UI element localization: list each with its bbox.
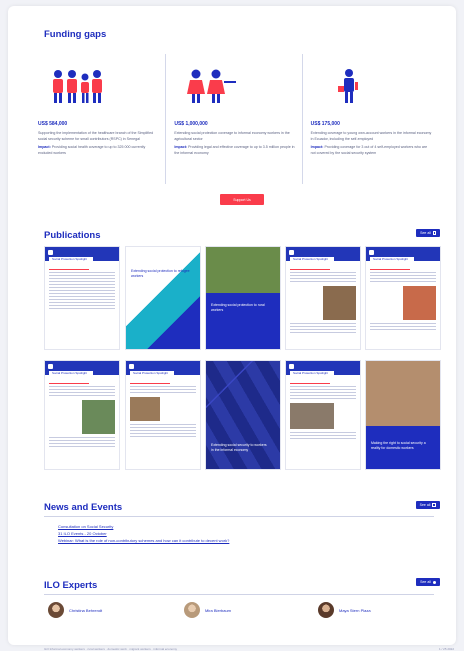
expert-name: Mira Bierbaum <box>205 607 232 613</box>
cover-label: Social Protection Spotlight <box>370 257 415 262</box>
family-icon <box>53 70 102 103</box>
impact-text: Providing coverage for 3 out of 4 self-e… <box>310 145 428 155</box>
impact-label: Impact: <box>310 145 324 150</box>
publication-cover[interactable]: Social Protection Spotlight <box>44 360 120 470</box>
avatar <box>318 602 334 618</box>
cover-label: Making the right to social security a re… <box>371 441 426 450</box>
cover-label: Extending social protection to refugee w… <box>131 269 190 278</box>
worker-icon <box>337 69 358 103</box>
funding-gap-item: US$ 175,000 Extending coverage to young … <box>301 54 438 184</box>
group-icon <box>187 69 237 103</box>
funding-gap-description: Supporting the implementation of the hea… <box>38 131 154 141</box>
expert-card[interactable]: Christina Behrendt <box>48 602 102 618</box>
cover-label: Social Protection Spotlight <box>290 371 335 376</box>
publications-title: Publications <box>44 230 101 241</box>
publications-see-all-button[interactable]: See all <box>416 229 440 237</box>
avatar <box>48 602 64 618</box>
cover-label: Social Protection Spotlight <box>49 257 94 262</box>
avatar <box>184 602 200 618</box>
news-title: News and Events <box>44 502 123 513</box>
publication-cover[interactable]: Extending social security to workers in … <box>205 360 281 470</box>
funding-gap-description: Extending coverage to young own-account … <box>310 131 432 141</box>
funding-gaps-title: Funding gaps <box>44 29 107 40</box>
person-icon <box>432 580 436 584</box>
publication-cover[interactable]: Social Protection Spotlight <box>285 246 361 350</box>
publication-cover[interactable]: Social Protection Spotlight <box>365 246 441 350</box>
funding-gap-amount: US$ 584,000 <box>38 121 68 127</box>
news-link[interactable]: Consultation on Social Security <box>58 524 113 529</box>
publication-cover[interactable]: Extending social protection to rural wor… <box>205 246 281 350</box>
publication-cover[interactable]: Social Protection Spotlight <box>125 360 201 470</box>
document-icon <box>432 231 436 235</box>
funding-gap-impact: Impact: Providing coverage for 3 out of … <box>311 145 432 156</box>
funding-gap-impact: Impact: Providing legal and effective co… <box>174 145 295 156</box>
publication-cover[interactable]: Social Protection Spotlight <box>44 246 120 350</box>
news-link[interactable]: 31 ILO Events - 20 October <box>58 531 107 536</box>
see-all-label: See all <box>420 231 431 235</box>
expert-card[interactable]: Mira Bierbaum <box>184 602 231 618</box>
page-canvas: Funding gaps US$ 584,000 Supporting the … <box>8 6 456 651</box>
funding-gap-impact: Impact: Providing social health coverage… <box>38 145 159 156</box>
cover-label: Social Protection Spotlight <box>49 371 94 376</box>
publication-cover[interactable]: Making the right to social security a re… <box>365 360 441 470</box>
experts-divider <box>44 594 434 595</box>
expert-name: Christina Behrendt <box>69 607 103 613</box>
cover-label: Extending social security to workers in … <box>211 443 267 452</box>
news-see-all-button[interactable]: See all <box>416 501 440 509</box>
news-divider <box>44 516 434 517</box>
funding-gap-description: Extending social protection coverage to … <box>174 131 290 141</box>
cover-label: Social Protection Spotlight <box>130 371 175 376</box>
funding-gap-item: US$ 584,000 Supporting the implementatio… <box>38 54 165 184</box>
funding-gap-amount: US$ 1,000,000 <box>174 121 208 127</box>
news-link[interactable]: Webinar: What is the role of non-contrib… <box>58 538 229 543</box>
calendar-icon <box>432 503 437 507</box>
funding-gap-item: US$ 1,000,000 Extending social protectio… <box>165 54 301 184</box>
expert-card[interactable]: Maya Stern Plaza <box>318 602 371 618</box>
experts-title: ILO Experts <box>44 580 98 591</box>
publication-cover[interactable]: Social Protection Spotlight <box>285 360 361 470</box>
impact-label: Impact: <box>38 145 51 150</box>
impact-text: Providing legal and effective coverage t… <box>174 145 295 155</box>
footer: ILO Informal economy workers · rural wor… <box>44 647 454 651</box>
see-all-label: See all <box>419 503 431 507</box>
cover-label: Social Protection Spotlight <box>290 257 335 262</box>
footer-left: ILO Informal economy workers · rural wor… <box>44 647 178 651</box>
cover-label: Extending social protection to rural wor… <box>211 303 265 312</box>
funding-gap-amount: US$ 175,000 <box>310 121 340 127</box>
funding-gaps-row: US$ 584,000 Supporting the implementatio… <box>38 54 438 184</box>
support-button[interactable]: Support Us <box>220 194 264 205</box>
footer-right: 1 / 25 2022 <box>438 647 454 651</box>
expert-name: Maya Stern Plaza <box>339 607 371 613</box>
impact-text: Providing social health coverage to up t… <box>38 145 146 155</box>
see-all-label: See all <box>420 580 431 584</box>
publication-cover[interactable]: Extending social protection to refugee w… <box>125 246 201 350</box>
experts-see-all-button[interactable]: See all <box>416 578 440 586</box>
impact-label: Impact: <box>174 145 188 150</box>
